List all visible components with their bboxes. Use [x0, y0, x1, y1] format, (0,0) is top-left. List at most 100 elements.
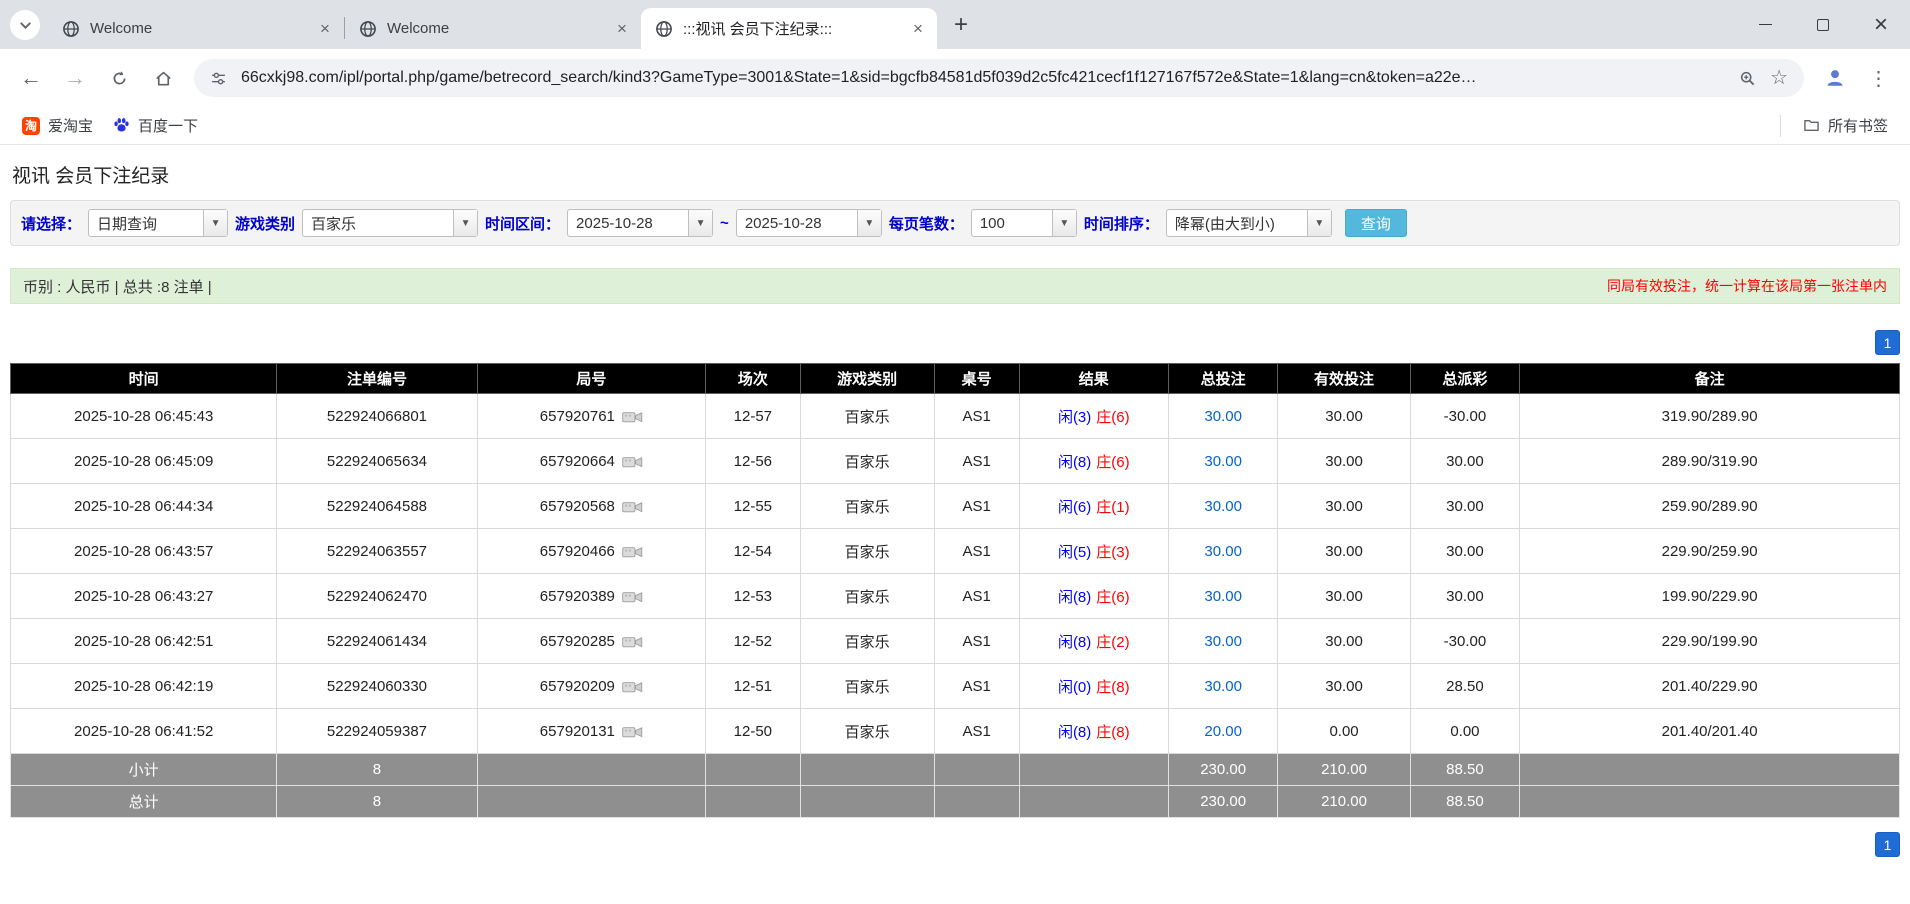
maximize-button[interactable] — [1794, 0, 1852, 49]
header-valid-bet: 有效投注 — [1277, 363, 1411, 394]
page-button-1[interactable]: 1 — [1875, 330, 1900, 355]
folder-icon — [1803, 117, 1820, 134]
cell-payout: 30.00 — [1409, 573, 1521, 619]
empty-cell — [933, 785, 1020, 818]
video-replay-icon[interactable] — [622, 635, 643, 649]
query-type-select[interactable]: 日期查询 ▼ — [88, 209, 229, 237]
table-header-row: 时间 注单编号 局号 场次 游戏类别 桌号 结果 总投注 有效投注 总派彩 备注 — [9, 363, 1900, 394]
page-button-1[interactable]: 1 — [1875, 832, 1900, 857]
result-player: 闲(8) — [1057, 453, 1092, 471]
table-row: 2025-10-28 06:45:43 522924066801 6579207… — [9, 393, 1900, 439]
close-window-button[interactable]: × — [1852, 0, 1910, 49]
cell-table-no: AS1 — [933, 708, 1020, 754]
bookmark-star-icon[interactable]: ☆ — [1770, 68, 1788, 88]
date-from-select[interactable]: 2025-10-28 ▼ — [567, 209, 714, 237]
pagination-top: 1 — [10, 330, 1900, 355]
chevron-down-icon[interactable]: ▼ — [688, 210, 713, 236]
date-to-select[interactable]: 2025-10-28 ▼ — [735, 209, 882, 237]
cell-table-no: AS1 — [933, 528, 1020, 574]
minimize-button[interactable] — [1736, 0, 1794, 49]
browser-tab-bet-records[interactable]: :::视讯 会员下注纪录::: × — [641, 8, 937, 49]
tab-close-icon[interactable]: × — [314, 18, 336, 40]
tab-close-icon[interactable]: × — [611, 18, 633, 40]
chevron-down-icon[interactable]: ▼ — [1306, 210, 1331, 236]
bookmark-baidu[interactable]: 百度一下 — [103, 111, 208, 141]
video-replay-icon[interactable] — [622, 545, 643, 559]
zoom-indicator-icon[interactable] — [1739, 70, 1756, 87]
empty-cell — [705, 753, 801, 786]
subtotal-label: 小计 — [9, 753, 278, 786]
page-size-value: 100 — [979, 214, 1005, 232]
home-button[interactable] — [142, 57, 184, 99]
cell-total-bet: 30.00 — [1167, 438, 1279, 484]
tab-close-icon[interactable]: × — [907, 18, 929, 40]
site-settings-icon[interactable] — [210, 70, 227, 87]
page-size-label: 每页笔数： — [888, 215, 964, 233]
new-tab-button[interactable]: + — [943, 7, 979, 43]
browser-tab-welcome-2[interactable]: Welcome × — [345, 8, 641, 49]
result-banker: 庄(6) — [1096, 453, 1130, 471]
forward-button[interactable]: → — [54, 57, 96, 99]
search-button[interactable]: 查询 — [1344, 209, 1407, 237]
profile-button[interactable] — [1814, 57, 1856, 99]
game-type-value: 百家乐 — [311, 215, 357, 233]
game-type-select[interactable]: 百家乐 ▼ — [302, 209, 479, 237]
cell-bet-id: 522924060330 — [276, 663, 478, 709]
chevron-down-icon[interactable]: ▼ — [1051, 210, 1076, 236]
cell-valid-bet: 0.00 — [1277, 708, 1411, 754]
all-bookmarks-button[interactable]: 所有书签 — [1793, 111, 1898, 141]
header-session: 场次 — [705, 363, 801, 394]
cell-total-bet: 30.00 — [1167, 483, 1279, 529]
cell-total-bet: 30.00 — [1167, 663, 1279, 709]
cell-bet-id: 522924061434 — [276, 618, 478, 664]
empty-cell — [476, 753, 707, 786]
sort-order-value: 降幂(由大到小) — [1174, 215, 1275, 233]
cell-round: 657920209 — [476, 663, 707, 709]
video-replay-icon[interactable] — [622, 725, 643, 739]
table-row: 2025-10-28 06:42:51 522924061434 6579202… — [9, 618, 1900, 664]
table-row: 2025-10-28 06:43:27 522924062470 6579203… — [9, 573, 1900, 619]
browser-tab-welcome-1[interactable]: Welcome × — [48, 8, 344, 49]
menu-button[interactable]: ⋮ — [1858, 57, 1900, 99]
browser-window: Welcome × Welcome × :::视讯 会员下注纪录::: × + … — [0, 0, 1910, 857]
cell-valid-bet: 30.00 — [1277, 528, 1411, 574]
video-replay-icon[interactable] — [622, 455, 643, 469]
page-title: 视讯 会员下注纪录 — [12, 166, 170, 187]
cell-time: 2025-10-28 06:43:27 — [9, 573, 278, 619]
chevron-down-icon[interactable]: ▼ — [203, 210, 228, 236]
video-replay-icon[interactable] — [622, 410, 643, 424]
video-replay-icon[interactable] — [622, 590, 643, 604]
header-bet-id: 注单编号 — [276, 363, 478, 394]
refresh-button[interactable] — [98, 57, 140, 99]
header-round: 局号 — [476, 363, 707, 394]
chevron-down-icon[interactable]: ▼ — [453, 210, 478, 236]
total-bet-link[interactable]: 30.00 — [1204, 678, 1242, 695]
chevron-down-icon[interactable]: ▼ — [856, 210, 881, 236]
total-bet-link[interactable]: 30.00 — [1204, 453, 1242, 470]
empty-cell — [799, 785, 935, 818]
empty-cell — [1519, 753, 1900, 786]
total-bet-link[interactable]: 30.00 — [1204, 408, 1242, 425]
cell-result: 闲(3) 庄(6) — [1018, 393, 1169, 439]
back-button[interactable]: ← — [10, 57, 52, 99]
sort-order-select[interactable]: 降幂(由大到小) ▼ — [1165, 209, 1332, 237]
total-bet-link[interactable]: 30.00 — [1204, 633, 1242, 650]
bet-records-table: 时间 注单编号 局号 场次 游戏类别 桌号 结果 总投注 有效投注 总派彩 备注… — [9, 363, 1900, 818]
table-row: 2025-10-28 06:41:52 522924059387 6579201… — [9, 708, 1900, 754]
cell-total-bet: 30.00 — [1167, 393, 1279, 439]
bookmark-taobao[interactable]: 淘 爱淘宝 — [12, 111, 103, 141]
page-size-select[interactable]: 100 ▼ — [970, 209, 1077, 237]
tab-search-button[interactable] — [10, 10, 40, 40]
video-replay-icon[interactable] — [622, 680, 643, 694]
total-bet-link[interactable]: 30.00 — [1204, 588, 1242, 605]
tab-title: :::视讯 会员下注纪录::: — [683, 21, 833, 38]
video-replay-icon[interactable] — [622, 500, 643, 514]
total-bet-link[interactable]: 30.00 — [1204, 543, 1242, 560]
cell-result: 闲(8) 庄(2) — [1018, 618, 1169, 664]
total-bet-link[interactable]: 20.00 — [1204, 723, 1242, 740]
url-text[interactable]: 66cxkj98.com/ipl/portal.php/game/betreco… — [241, 69, 1725, 87]
total-bet-link[interactable]: 30.00 — [1204, 498, 1242, 515]
table-row: 2025-10-28 06:45:09 522924065634 6579206… — [9, 438, 1900, 484]
address-bar[interactable]: 66cxkj98.com/ipl/portal.php/game/betreco… — [194, 59, 1804, 97]
empty-cell — [1018, 785, 1169, 818]
